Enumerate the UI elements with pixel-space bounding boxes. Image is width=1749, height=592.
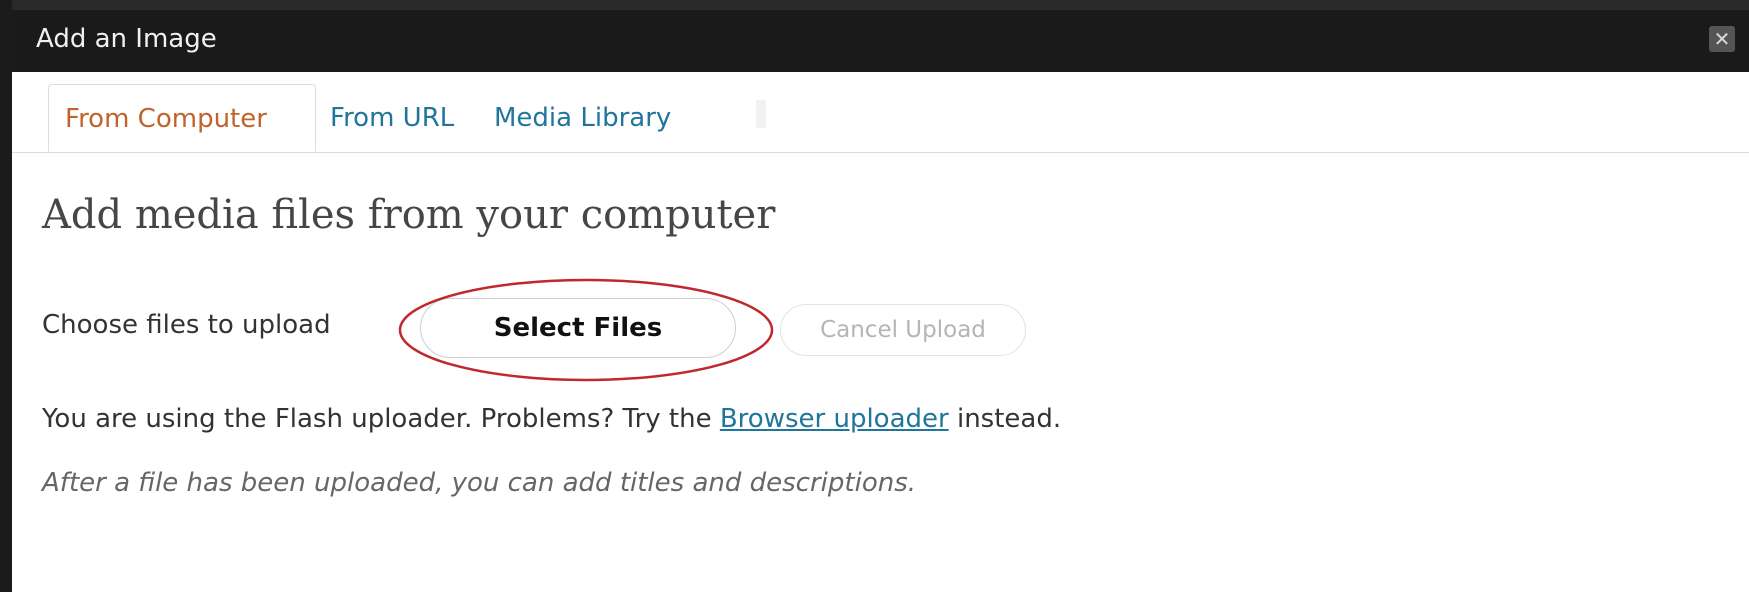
select-files-button[interactable]: Select Files [420, 298, 736, 358]
add-image-dialog: Add an Image ✕ From Computer From URL Me… [0, 0, 1749, 592]
tab-media-library[interactable]: Media Library [494, 84, 671, 152]
page-title: Add media files from your computer [42, 192, 776, 238]
after-upload-note: After a file has been uploaded, you can … [42, 468, 917, 498]
flash-text-before: You are using the Flash uploader. Proble… [42, 404, 720, 434]
browser-uploader-link[interactable]: Browser uploader [720, 404, 949, 434]
dialog-title: Add an Image [36, 24, 217, 54]
flash-text-after: instead. [948, 404, 1062, 434]
close-icon[interactable]: ✕ [1709, 26, 1735, 52]
cancel-upload-button[interactable]: Cancel Upload [780, 304, 1026, 356]
dialog-titlebar: Add an Image ✕ [12, 0, 1749, 72]
tab-divider [756, 100, 766, 128]
tab-from-url[interactable]: From URL [322, 84, 454, 152]
tab-from-computer[interactable]: From Computer [48, 84, 316, 152]
tab-bar: From Computer From URL Media Library [12, 72, 1749, 153]
choose-files-label: Choose files to upload [42, 310, 331, 340]
flash-uploader-message: You are using the Flash uploader. Proble… [42, 404, 1061, 434]
